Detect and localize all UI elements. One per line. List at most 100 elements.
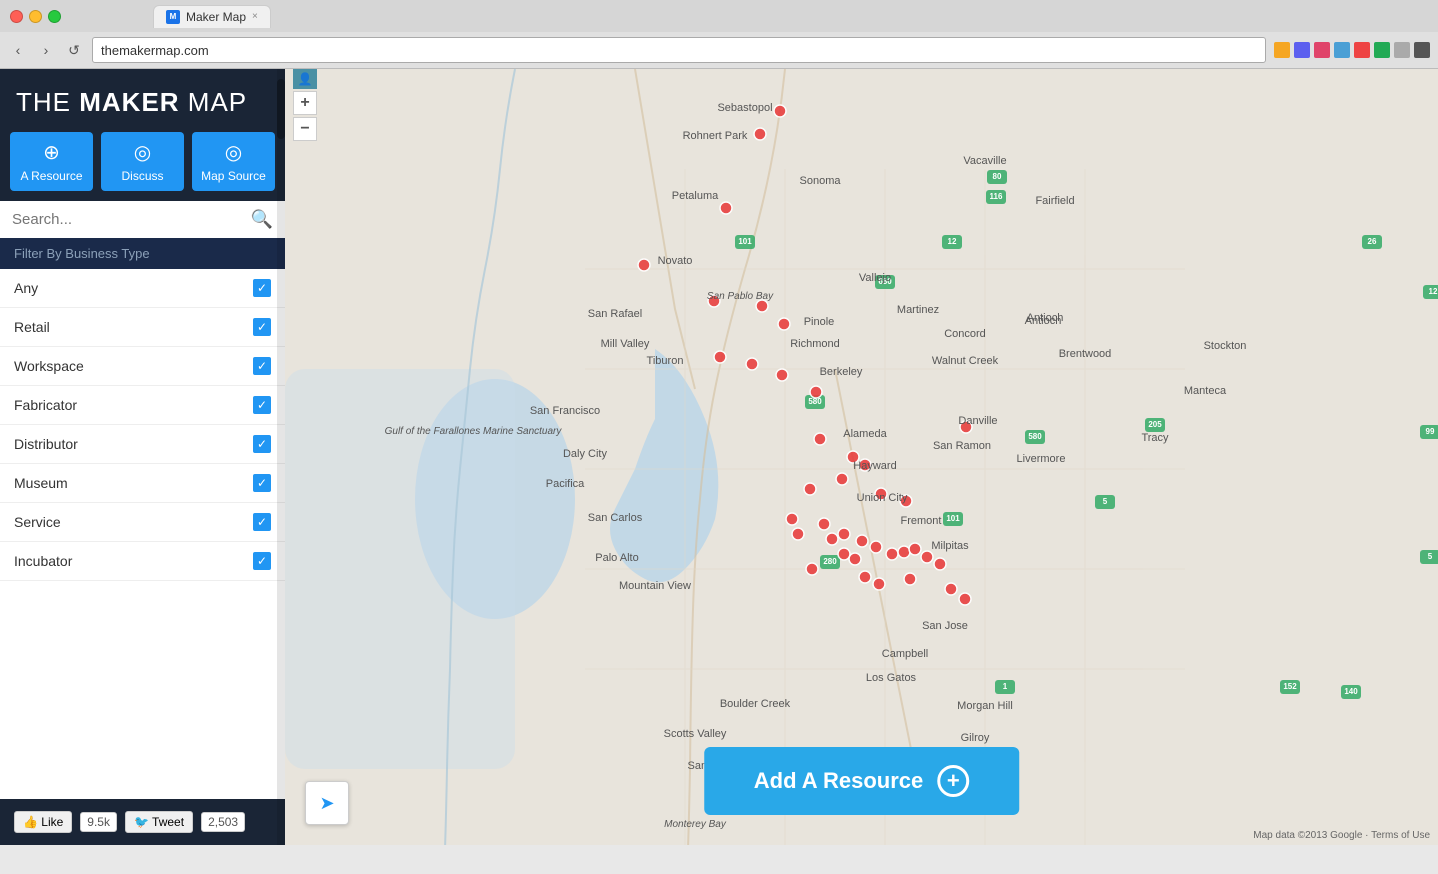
tab-close-button[interactable]: × xyxy=(252,11,258,22)
filter-item-museum[interactable]: Museum ✓ xyxy=(0,464,285,503)
filter-checkbox-distributor[interactable]: ✓ xyxy=(253,435,271,453)
filter-checkbox-retail[interactable]: ✓ xyxy=(253,318,271,336)
filter-item-any[interactable]: Any ✓ xyxy=(0,269,285,308)
sidebar-scrollbar[interactable] xyxy=(277,69,285,845)
map-source-button[interactable]: ◎ Map Source xyxy=(192,132,275,191)
filter-list: Any ✓ Retail ✓ Workspace ✓ Fabricator ✓ … xyxy=(0,269,285,799)
map-attribution: Map data ©2013 Google · Terms of Use xyxy=(1253,830,1430,841)
add-resource-sidebar-button[interactable]: ⊕ A Resource xyxy=(10,132,93,191)
active-tab[interactable]: M Maker Map × xyxy=(153,5,271,28)
sidebar-action-buttons: ⊕ A Resource ◎ Discuss ◎ Map Source xyxy=(0,132,285,201)
filter-item-distributor[interactable]: Distributor ✓ xyxy=(0,425,285,464)
svg-text:12: 12 xyxy=(948,237,957,246)
forward-button[interactable]: › xyxy=(36,40,56,60)
my-location-button[interactable]: ➤ xyxy=(305,781,349,825)
svg-text:140: 140 xyxy=(1344,687,1358,696)
search-row: 🔍 xyxy=(0,201,285,238)
search-icon[interactable]: 🔍 xyxy=(251,209,273,230)
filter-item-fabricator[interactable]: Fabricator ✓ xyxy=(0,386,285,425)
add-resource-label: Add A Resource xyxy=(754,768,924,794)
svg-text:5: 5 xyxy=(1103,497,1108,506)
toolbar-icons xyxy=(1274,42,1430,58)
back-button[interactable]: ‹ xyxy=(8,40,28,60)
svg-text:99: 99 xyxy=(1426,427,1435,436)
toolbar-icon-5[interactable] xyxy=(1354,42,1370,58)
maximize-window-button[interactable] xyxy=(48,10,61,23)
toolbar-icon-4[interactable] xyxy=(1334,42,1350,58)
search-input[interactable] xyxy=(12,211,243,228)
svg-text:116: 116 xyxy=(990,192,1003,201)
filter-item-incubator[interactable]: Incubator ✓ xyxy=(0,542,285,581)
add-resource-icon: ⊕ xyxy=(43,140,60,165)
toolbar-icon-7[interactable] xyxy=(1394,42,1410,58)
svg-text:152: 152 xyxy=(1283,682,1297,691)
filter-label-retail: Retail xyxy=(14,319,50,335)
svg-text:580: 580 xyxy=(808,397,822,406)
reload-button[interactable]: ↺ xyxy=(64,40,84,60)
svg-text:680: 680 xyxy=(878,277,892,286)
close-window-button[interactable] xyxy=(10,10,23,23)
svg-text:205: 205 xyxy=(1148,420,1162,429)
svg-text:580: 580 xyxy=(1028,432,1042,441)
like-button[interactable]: 👍 Like xyxy=(14,811,72,833)
svg-text:280: 280 xyxy=(823,557,837,566)
logo-text: THE MAKER MAP xyxy=(16,87,269,118)
svg-text:1: 1 xyxy=(1003,682,1008,691)
sidebar: THE MAKER MAP ⊕ A Resource ◎ Discuss ◎ M… xyxy=(0,69,285,845)
address-bar-row: ‹ › ↺ themakermap.com xyxy=(0,32,1438,68)
tab-bar: M Maker Map × xyxy=(73,1,351,31)
app-container: THE MAKER MAP ⊕ A Resource ◎ Discuss ◎ M… xyxy=(0,69,1438,845)
tweet-button[interactable]: 🐦 Tweet xyxy=(125,811,193,833)
filter-item-retail[interactable]: Retail ✓ xyxy=(0,308,285,347)
filter-label-museum: Museum xyxy=(14,475,68,491)
filter-label-fabricator: Fabricator xyxy=(14,397,77,413)
title-bar: M Maker Map × xyxy=(0,0,1438,32)
zoom-out-button[interactable]: − xyxy=(293,117,317,141)
filter-label-incubator: Incubator xyxy=(14,553,72,569)
filter-checkbox-incubator[interactable]: ✓ xyxy=(253,552,271,570)
svg-text:26: 26 xyxy=(1368,237,1377,246)
tab-favicon: M xyxy=(166,10,180,24)
toolbar-icon-1[interactable] xyxy=(1274,42,1290,58)
filter-label-workspace: Workspace xyxy=(14,358,84,374)
svg-text:101: 101 xyxy=(946,514,960,523)
toolbar-icon-8[interactable] xyxy=(1414,42,1430,58)
toolbar-icon-3[interactable] xyxy=(1314,42,1330,58)
logo: THE MAKER MAP xyxy=(0,69,285,132)
window-controls xyxy=(10,10,61,23)
filter-checkbox-service[interactable]: ✓ xyxy=(253,513,271,531)
map-zoom-controls: 👤 + − xyxy=(293,69,317,141)
filter-checkbox-museum[interactable]: ✓ xyxy=(253,474,271,492)
browser-chrome: M Maker Map × ‹ › ↺ themakermap.com xyxy=(0,0,1438,69)
map-svg: 1016805802805802055801211611521012612995… xyxy=(285,69,1438,845)
minimize-window-button[interactable] xyxy=(29,10,42,23)
toolbar-icon-6[interactable] xyxy=(1374,42,1390,58)
map-source-icon: ◎ xyxy=(225,140,242,165)
add-resource-button[interactable]: Add A Resource + xyxy=(704,747,1020,815)
filter-label-any: Any xyxy=(14,280,38,296)
svg-text:5: 5 xyxy=(1428,552,1433,561)
pegman-control[interactable]: 👤 xyxy=(293,69,317,89)
filter-item-workspace[interactable]: Workspace ✓ xyxy=(0,347,285,386)
map-area[interactable]: 1016805802805802055801211611521012612995… xyxy=(285,69,1438,845)
svg-text:101: 101 xyxy=(738,237,752,246)
like-count: 9.5k xyxy=(80,812,117,832)
toolbar-icon-2[interactable] xyxy=(1294,42,1310,58)
svg-text:12: 12 xyxy=(1429,287,1438,296)
tweet-count: 2,503 xyxy=(201,812,245,832)
discuss-button[interactable]: ◎ Discuss xyxy=(101,132,184,191)
filter-checkbox-any[interactable]: ✓ xyxy=(253,279,271,297)
filter-checkbox-workspace[interactable]: ✓ xyxy=(253,357,271,375)
add-resource-plus-icon: + xyxy=(937,765,969,797)
social-bar: 👍 Like 9.5k 🐦 Tweet 2,503 xyxy=(0,799,285,845)
svg-text:80: 80 xyxy=(993,172,1002,181)
discuss-icon: ◎ xyxy=(134,140,151,165)
filter-label-service: Service xyxy=(14,514,61,530)
filter-item-service[interactable]: Service ✓ xyxy=(0,503,285,542)
tab-title: Maker Map xyxy=(186,10,246,24)
zoom-in-button[interactable]: + xyxy=(293,91,317,115)
filter-label-distributor: Distributor xyxy=(14,436,78,452)
filter-checkbox-fabricator[interactable]: ✓ xyxy=(253,396,271,414)
filter-header: Filter By Business Type xyxy=(0,238,285,269)
address-bar[interactable]: themakermap.com xyxy=(92,37,1266,63)
